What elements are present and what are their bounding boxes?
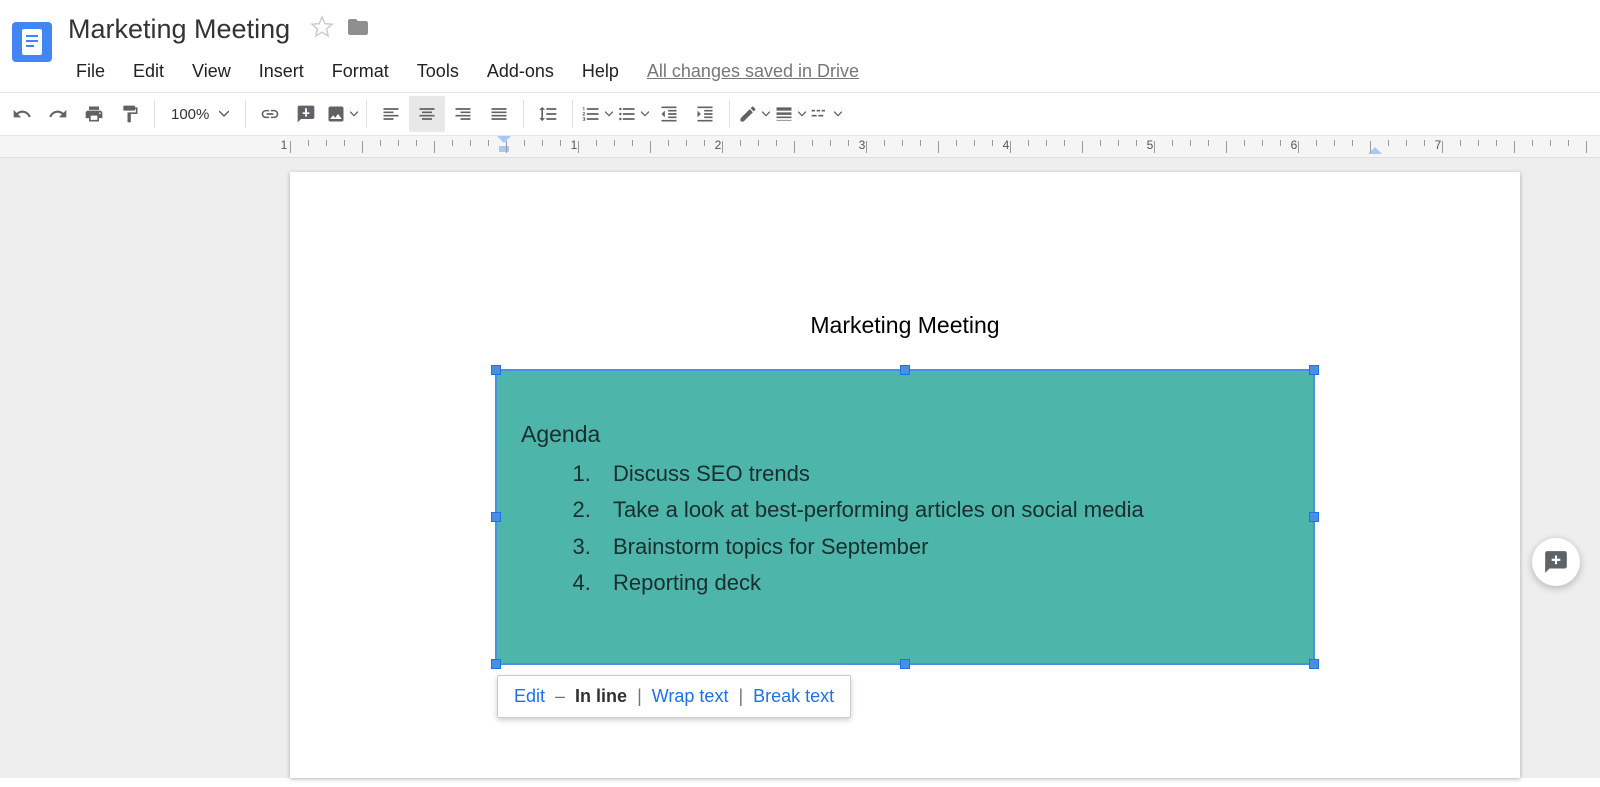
edit-link[interactable]: Edit (514, 686, 545, 707)
resize-handle[interactable] (900, 365, 910, 375)
ruler-number: 5 (1147, 138, 1154, 152)
menu-insert[interactable]: Insert (245, 55, 318, 88)
menu-format[interactable]: Format (318, 55, 403, 88)
ruler[interactable]: 1 1 2 3 4 5 6 7 (0, 136, 1600, 158)
drawing-content: Agenda Discuss SEO trends Take a look at… (497, 371, 1313, 601)
comment-button[interactable] (288, 96, 324, 132)
link-button[interactable] (252, 96, 288, 132)
ruler-number: 4 (1003, 138, 1010, 152)
agenda-label: Agenda (521, 421, 1289, 448)
redo-button[interactable] (40, 96, 76, 132)
list-item: Brainstorm topics for September (597, 529, 1289, 565)
ruler-number: 1 (571, 138, 578, 152)
separator (154, 100, 155, 128)
separator (572, 100, 573, 128)
resize-handle[interactable] (491, 659, 501, 669)
align-justify-button[interactable] (481, 96, 517, 132)
agenda-list: Discuss SEO trends Take a look at best-p… (521, 456, 1289, 601)
separator: | (738, 686, 743, 707)
list-item: Reporting deck (597, 565, 1289, 601)
menu-tools[interactable]: Tools (403, 55, 473, 88)
save-status[interactable]: All changes saved in Drive (647, 61, 859, 82)
resize-handle[interactable] (491, 365, 501, 375)
border-weight-button[interactable] (772, 96, 808, 132)
break-text-link[interactable]: Break text (753, 686, 834, 707)
resize-handle[interactable] (1309, 659, 1319, 669)
menu-bar: File Edit View Insert Format Tools Add-o… (62, 51, 1600, 92)
clear-formatting-button[interactable] (736, 96, 772, 132)
ruler-number: 2 (715, 138, 722, 152)
wrap-text-link[interactable]: Wrap text (652, 686, 729, 707)
document-title[interactable]: Marketing Meeting (62, 12, 296, 47)
paint-format-button[interactable] (112, 96, 148, 132)
dash: – (555, 686, 565, 707)
menu-help[interactable]: Help (568, 55, 633, 88)
star-icon[interactable] (310, 15, 334, 44)
resize-handle[interactable] (1309, 365, 1319, 375)
menu-view[interactable]: View (178, 55, 245, 88)
separator: | (637, 686, 642, 707)
align-left-button[interactable] (373, 96, 409, 132)
image-button[interactable] (324, 96, 360, 132)
zoom-dropdown[interactable]: 100% (161, 106, 239, 123)
inline-mode[interactable]: In line (575, 686, 627, 707)
line-spacing-button[interactable] (530, 96, 566, 132)
border-dash-button[interactable] (808, 96, 844, 132)
decrease-indent-button[interactable] (651, 96, 687, 132)
list-item: Take a look at best-performing articles … (597, 492, 1289, 528)
align-center-button[interactable] (409, 96, 445, 132)
bulleted-list-button[interactable] (615, 96, 651, 132)
resize-handle[interactable] (491, 512, 501, 522)
folder-icon[interactable] (346, 15, 370, 44)
docs-logo[interactable] (12, 22, 52, 62)
document-page[interactable]: Marketing Meeting Agenda Discuss SEO tre… (290, 172, 1520, 778)
ruler-number: 1 (281, 138, 288, 152)
menu-addons[interactable]: Add-ons (473, 55, 568, 88)
ruler-number: 7 (1435, 138, 1442, 152)
resize-handle[interactable] (1309, 512, 1319, 522)
separator (245, 100, 246, 128)
separator (523, 100, 524, 128)
app-header: Marketing Meeting File Edit View Insert … (0, 0, 1600, 92)
list-item: Discuss SEO trends (597, 456, 1289, 492)
zoom-value: 100% (171, 106, 209, 123)
align-right-button[interactable] (445, 96, 481, 132)
resize-handle[interactable] (900, 659, 910, 669)
image-options-toolbar: Edit – In line | Wrap text | Break text (497, 675, 851, 718)
print-button[interactable] (76, 96, 112, 132)
add-comment-fab[interactable] (1532, 538, 1580, 586)
ruler-number: 6 (1291, 138, 1298, 152)
ruler-number: 3 (859, 138, 866, 152)
header-main: Marketing Meeting File Edit View Insert … (62, 8, 1600, 92)
separator (729, 100, 730, 128)
separator (366, 100, 367, 128)
menu-edit[interactable]: Edit (119, 55, 178, 88)
menu-file[interactable]: File (62, 55, 119, 88)
left-indent-marker[interactable] (497, 136, 511, 154)
chevron-down-icon (219, 106, 229, 123)
increase-indent-button[interactable] (687, 96, 723, 132)
page-title: Marketing Meeting (390, 312, 1420, 339)
numbered-list-button[interactable] (579, 96, 615, 132)
selected-drawing[interactable]: Agenda Discuss SEO trends Take a look at… (495, 369, 1315, 665)
toolbar: 100% (0, 92, 1600, 136)
title-row: Marketing Meeting (62, 8, 1600, 51)
canvas-area: Marketing Meeting Agenda Discuss SEO tre… (0, 158, 1600, 778)
undo-button[interactable] (4, 96, 40, 132)
